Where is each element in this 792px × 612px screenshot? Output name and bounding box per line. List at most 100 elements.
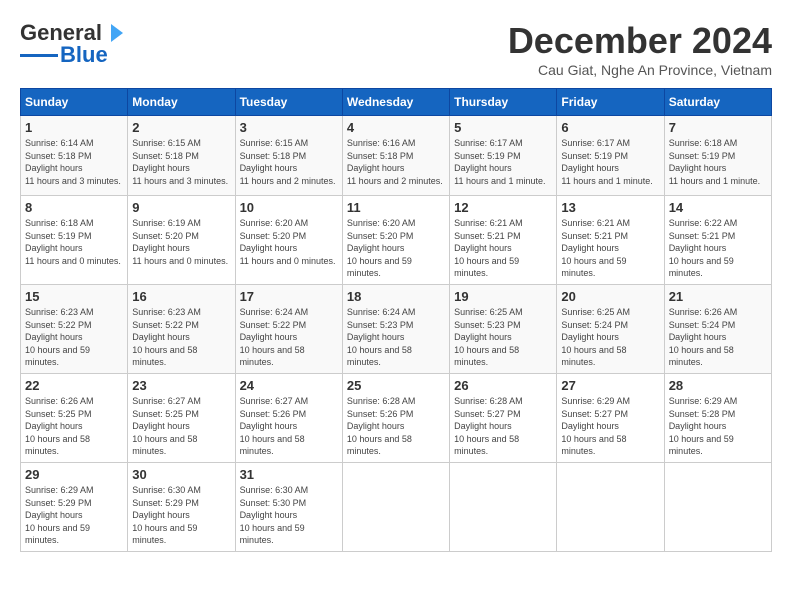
day-number: 7: [669, 120, 767, 135]
day-detail: Sunrise: 6:20 AM Sunset: 5:20 PM Dayligh…: [347, 217, 445, 280]
calendar-cell: 23 Sunrise: 6:27 AM Sunset: 5:25 PM Dayl…: [128, 373, 235, 462]
calendar-cell: [664, 462, 771, 551]
calendar-cell: 30 Sunrise: 6:30 AM Sunset: 5:29 PM Dayl…: [128, 462, 235, 551]
day-header: Monday: [128, 89, 235, 116]
calendar-cell: 3 Sunrise: 6:15 AM Sunset: 5:18 PM Dayli…: [235, 116, 342, 196]
calendar-cell: 26 Sunrise: 6:28 AM Sunset: 5:27 PM Dayl…: [450, 373, 557, 462]
logo-blue: Blue: [60, 42, 108, 68]
day-number: 28: [669, 378, 767, 393]
day-detail: Sunrise: 6:25 AM Sunset: 5:24 PM Dayligh…: [561, 306, 659, 369]
day-detail: Sunrise: 6:24 AM Sunset: 5:22 PM Dayligh…: [240, 306, 338, 369]
calendar-cell: 29 Sunrise: 6:29 AM Sunset: 5:29 PM Dayl…: [21, 462, 128, 551]
calendar-cell: 28 Sunrise: 6:29 AM Sunset: 5:28 PM Dayl…: [664, 373, 771, 462]
day-detail: Sunrise: 6:25 AM Sunset: 5:23 PM Dayligh…: [454, 306, 552, 369]
day-number: 25: [347, 378, 445, 393]
day-header: Tuesday: [235, 89, 342, 116]
calendar-cell: 16 Sunrise: 6:23 AM Sunset: 5:22 PM Dayl…: [128, 284, 235, 373]
day-detail: Sunrise: 6:29 AM Sunset: 5:29 PM Dayligh…: [25, 484, 123, 547]
day-detail: Sunrise: 6:26 AM Sunset: 5:25 PM Dayligh…: [25, 395, 123, 458]
calendar-cell: 20 Sunrise: 6:25 AM Sunset: 5:24 PM Dayl…: [557, 284, 664, 373]
header: General Blue December 2024 Cau Giat, Ngh…: [20, 20, 772, 78]
calendar-cell: 31 Sunrise: 6:30 AM Sunset: 5:30 PM Dayl…: [235, 462, 342, 551]
calendar-cell: 1 Sunrise: 6:14 AM Sunset: 5:18 PM Dayli…: [21, 116, 128, 196]
calendar-cell: 11 Sunrise: 6:20 AM Sunset: 5:20 PM Dayl…: [342, 196, 449, 285]
month-title: December 2024: [508, 20, 772, 62]
day-detail: Sunrise: 6:20 AM Sunset: 5:20 PM Dayligh…: [240, 217, 338, 267]
day-detail: Sunrise: 6:23 AM Sunset: 5:22 PM Dayligh…: [25, 306, 123, 369]
calendar-cell: 14 Sunrise: 6:22 AM Sunset: 5:21 PM Dayl…: [664, 196, 771, 285]
day-detail: Sunrise: 6:21 AM Sunset: 5:21 PM Dayligh…: [561, 217, 659, 280]
day-number: 22: [25, 378, 123, 393]
day-detail: Sunrise: 6:14 AM Sunset: 5:18 PM Dayligh…: [25, 137, 123, 187]
day-detail: Sunrise: 6:21 AM Sunset: 5:21 PM Dayligh…: [454, 217, 552, 280]
day-detail: Sunrise: 6:18 AM Sunset: 5:19 PM Dayligh…: [669, 137, 767, 187]
day-header: Thursday: [450, 89, 557, 116]
day-number: 24: [240, 378, 338, 393]
calendar-cell: 27 Sunrise: 6:29 AM Sunset: 5:27 PM Dayl…: [557, 373, 664, 462]
day-detail: Sunrise: 6:23 AM Sunset: 5:22 PM Dayligh…: [132, 306, 230, 369]
location-title: Cau Giat, Nghe An Province, Vietnam: [508, 62, 772, 78]
day-number: 23: [132, 378, 230, 393]
day-number: 10: [240, 200, 338, 215]
day-detail: Sunrise: 6:29 AM Sunset: 5:27 PM Dayligh…: [561, 395, 659, 458]
day-number: 19: [454, 289, 552, 304]
day-number: 18: [347, 289, 445, 304]
day-detail: Sunrise: 6:26 AM Sunset: 5:24 PM Dayligh…: [669, 306, 767, 369]
day-detail: Sunrise: 6:16 AM Sunset: 5:18 PM Dayligh…: [347, 137, 445, 187]
title-section: December 2024 Cau Giat, Nghe An Province…: [508, 20, 772, 78]
calendar-cell: 21 Sunrise: 6:26 AM Sunset: 5:24 PM Dayl…: [664, 284, 771, 373]
day-number: 15: [25, 289, 123, 304]
day-number: 30: [132, 467, 230, 482]
day-detail: Sunrise: 6:19 AM Sunset: 5:20 PM Dayligh…: [132, 217, 230, 267]
day-number: 9: [132, 200, 230, 215]
day-header: Saturday: [664, 89, 771, 116]
calendar-cell: 12 Sunrise: 6:21 AM Sunset: 5:21 PM Dayl…: [450, 196, 557, 285]
calendar-cell: [342, 462, 449, 551]
day-number: 31: [240, 467, 338, 482]
calendar-cell: 15 Sunrise: 6:23 AM Sunset: 5:22 PM Dayl…: [21, 284, 128, 373]
calendar-cell: 6 Sunrise: 6:17 AM Sunset: 5:19 PM Dayli…: [557, 116, 664, 196]
calendar-cell: 10 Sunrise: 6:20 AM Sunset: 5:20 PM Dayl…: [235, 196, 342, 285]
calendar-cell: [557, 462, 664, 551]
calendar-cell: 5 Sunrise: 6:17 AM Sunset: 5:19 PM Dayli…: [450, 116, 557, 196]
calendar-table: SundayMondayTuesdayWednesdayThursdayFrid…: [20, 88, 772, 552]
day-number: 21: [669, 289, 767, 304]
day-detail: Sunrise: 6:27 AM Sunset: 5:25 PM Dayligh…: [132, 395, 230, 458]
day-detail: Sunrise: 6:17 AM Sunset: 5:19 PM Dayligh…: [561, 137, 659, 187]
day-number: 8: [25, 200, 123, 215]
day-detail: Sunrise: 6:15 AM Sunset: 5:18 PM Dayligh…: [132, 137, 230, 187]
calendar-cell: 7 Sunrise: 6:18 AM Sunset: 5:19 PM Dayli…: [664, 116, 771, 196]
day-number: 4: [347, 120, 445, 135]
day-header: Wednesday: [342, 89, 449, 116]
day-number: 14: [669, 200, 767, 215]
day-number: 27: [561, 378, 659, 393]
logo: General Blue: [20, 20, 125, 68]
day-number: 6: [561, 120, 659, 135]
day-number: 12: [454, 200, 552, 215]
calendar-cell: 19 Sunrise: 6:25 AM Sunset: 5:23 PM Dayl…: [450, 284, 557, 373]
calendar-cell: 13 Sunrise: 6:21 AM Sunset: 5:21 PM Dayl…: [557, 196, 664, 285]
calendar-cell: [450, 462, 557, 551]
day-detail: Sunrise: 6:24 AM Sunset: 5:23 PM Dayligh…: [347, 306, 445, 369]
day-number: 3: [240, 120, 338, 135]
day-number: 11: [347, 200, 445, 215]
calendar-cell: 18 Sunrise: 6:24 AM Sunset: 5:23 PM Dayl…: [342, 284, 449, 373]
day-detail: Sunrise: 6:28 AM Sunset: 5:27 PM Dayligh…: [454, 395, 552, 458]
calendar-cell: 9 Sunrise: 6:19 AM Sunset: 5:20 PM Dayli…: [128, 196, 235, 285]
calendar-cell: 2 Sunrise: 6:15 AM Sunset: 5:18 PM Dayli…: [128, 116, 235, 196]
calendar-cell: 8 Sunrise: 6:18 AM Sunset: 5:19 PM Dayli…: [21, 196, 128, 285]
day-detail: Sunrise: 6:22 AM Sunset: 5:21 PM Dayligh…: [669, 217, 767, 280]
day-header: Sunday: [21, 89, 128, 116]
logo-icon: [103, 22, 125, 44]
day-number: 26: [454, 378, 552, 393]
day-detail: Sunrise: 6:29 AM Sunset: 5:28 PM Dayligh…: [669, 395, 767, 458]
day-detail: Sunrise: 6:30 AM Sunset: 5:30 PM Dayligh…: [240, 484, 338, 547]
day-number: 16: [132, 289, 230, 304]
day-detail: Sunrise: 6:28 AM Sunset: 5:26 PM Dayligh…: [347, 395, 445, 458]
day-number: 5: [454, 120, 552, 135]
day-detail: Sunrise: 6:27 AM Sunset: 5:26 PM Dayligh…: [240, 395, 338, 458]
calendar-cell: 24 Sunrise: 6:27 AM Sunset: 5:26 PM Dayl…: [235, 373, 342, 462]
day-number: 13: [561, 200, 659, 215]
calendar-cell: 17 Sunrise: 6:24 AM Sunset: 5:22 PM Dayl…: [235, 284, 342, 373]
day-detail: Sunrise: 6:17 AM Sunset: 5:19 PM Dayligh…: [454, 137, 552, 187]
